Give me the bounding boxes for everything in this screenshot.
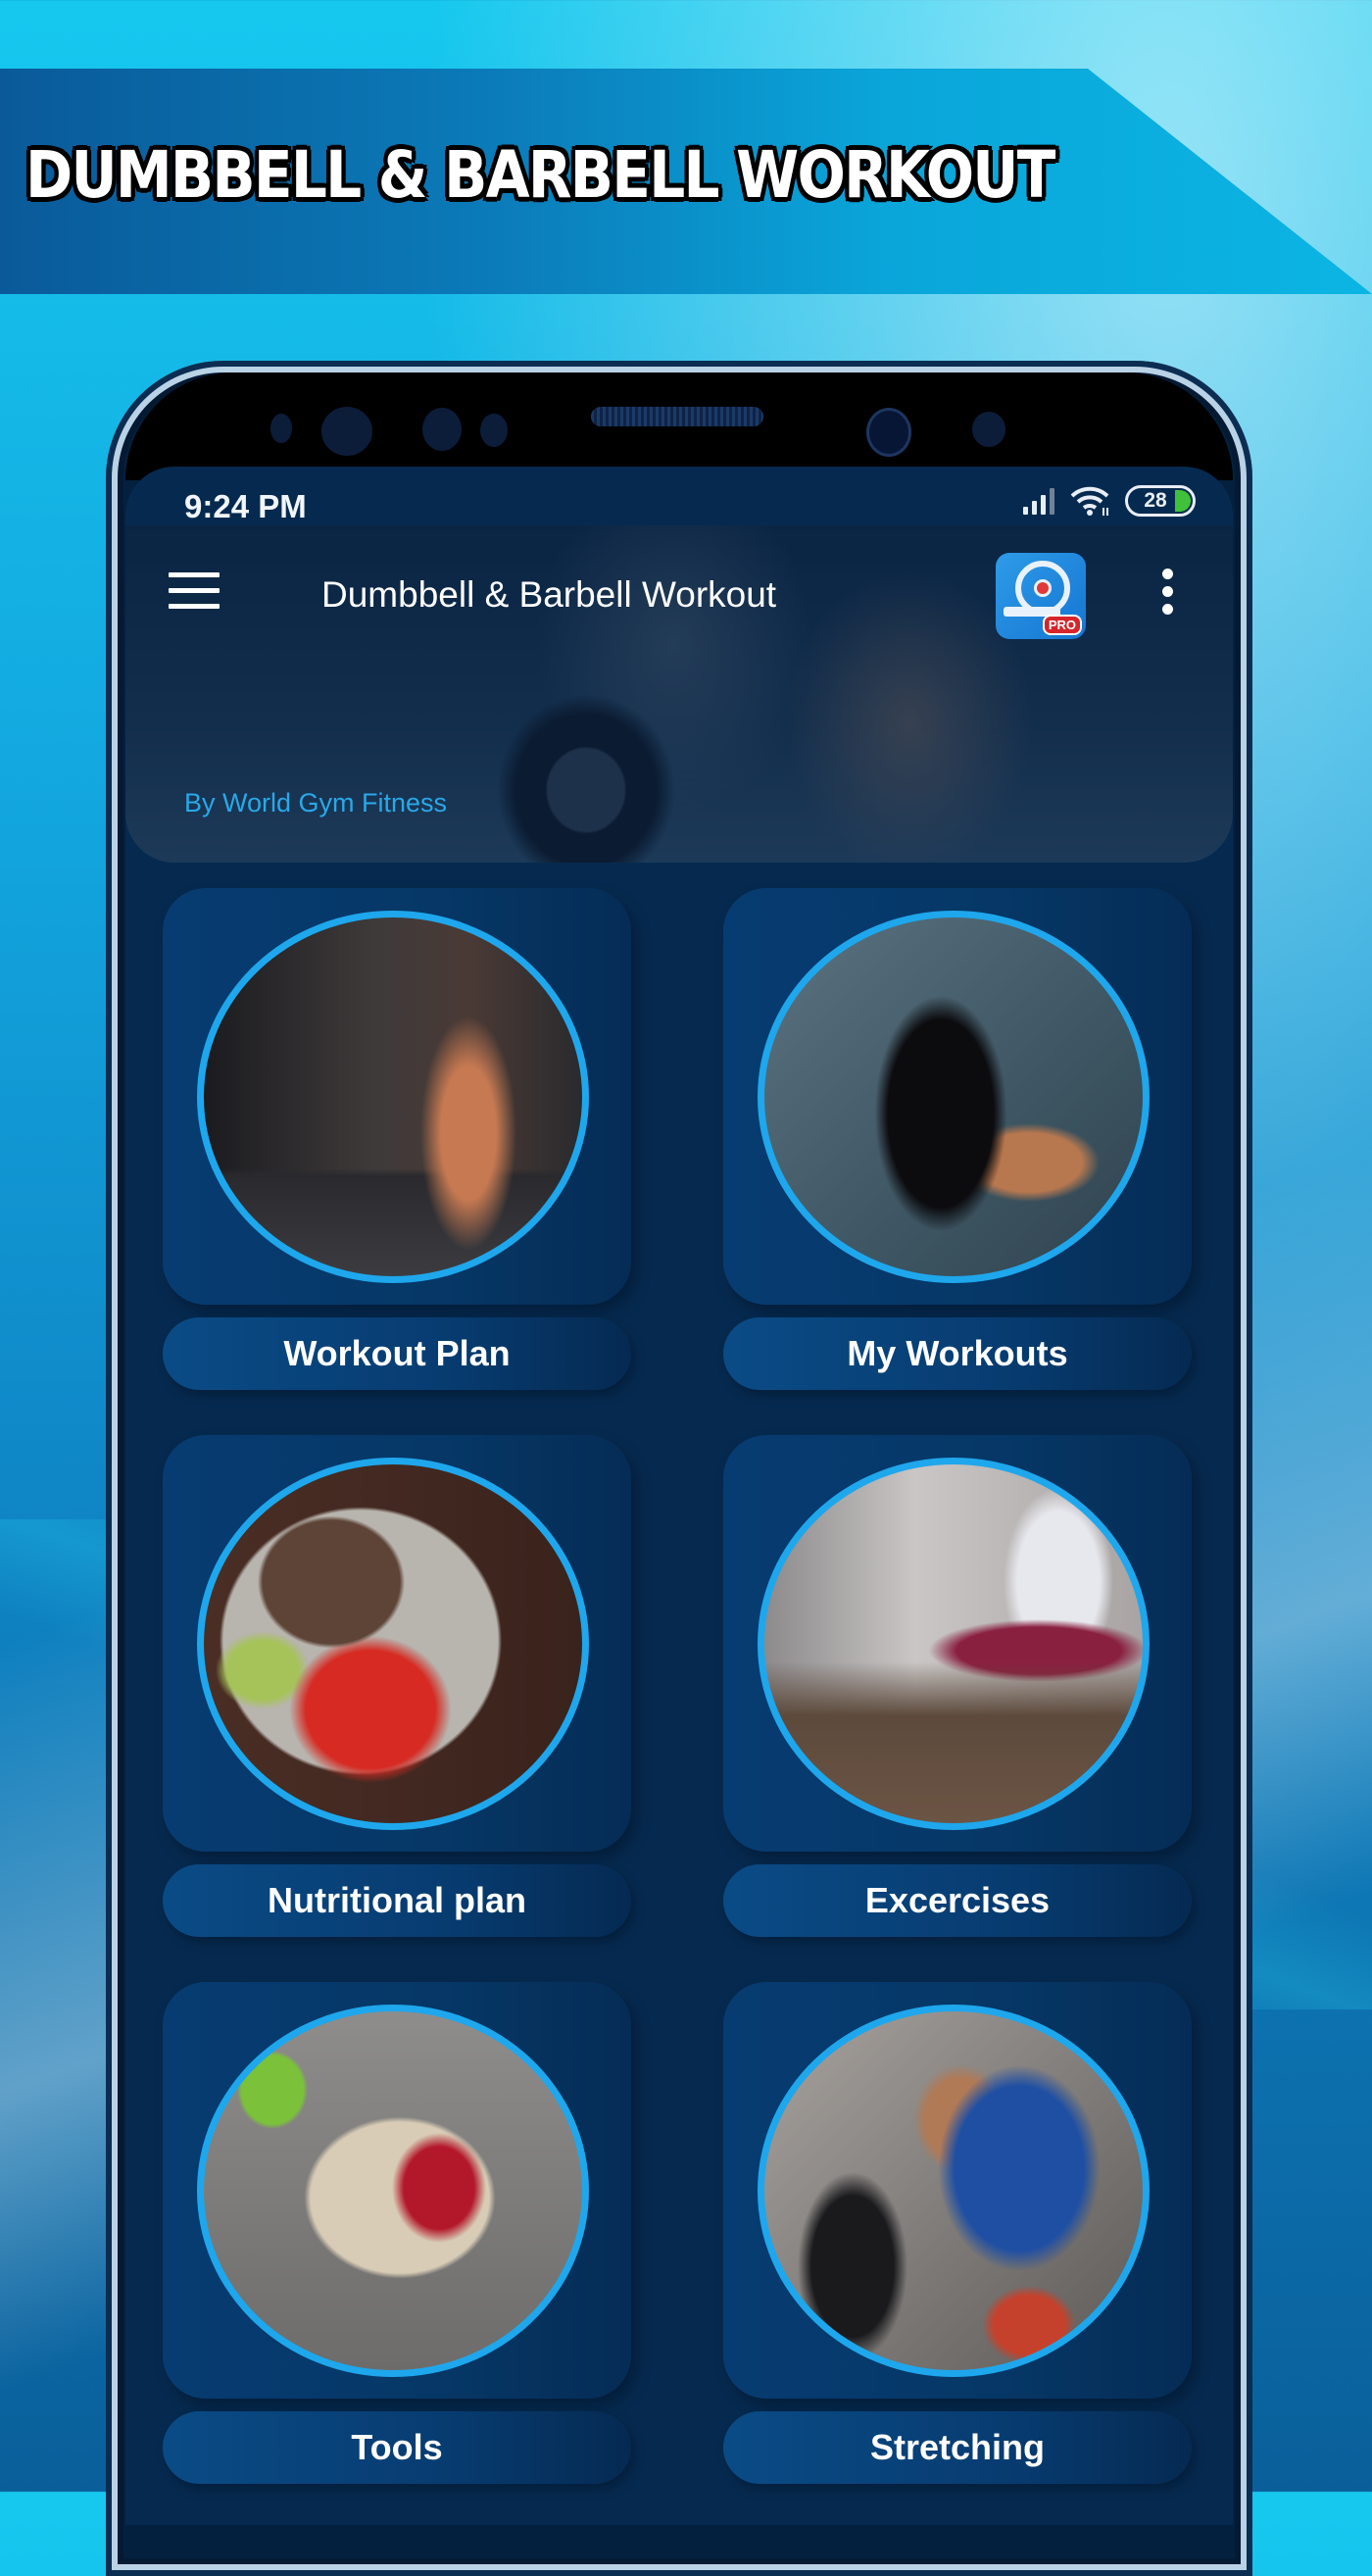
front-camera-icon <box>866 408 911 457</box>
healthy-food-bowl-photo[interactable] <box>197 1458 589 1830</box>
plate-hub <box>1034 579 1052 597</box>
tile-label[interactable]: Workout Plan <box>163 1317 631 1390</box>
front-sensor-icon <box>321 407 372 456</box>
battery-icon: 28 <box>1125 485 1196 517</box>
signal-icon <box>1023 487 1054 515</box>
heart-food-stethoscope-photo[interactable] <box>197 2005 589 2377</box>
app-title: Dumbbell & Barbell Workout <box>321 574 777 615</box>
dumbbell-curl-photo[interactable] <box>758 911 1150 1283</box>
tile-label[interactable]: Excercises <box>723 1864 1192 1937</box>
battery-percent: 28 <box>1144 489 1167 512</box>
man-stretching-photo[interactable] <box>758 2005 1150 2377</box>
hamburger-menu-icon[interactable] <box>169 572 220 610</box>
battery-level-indicator <box>1175 490 1191 512</box>
status-icons: 28 <box>1023 484 1196 518</box>
developer-credit: By World Gym Fitness <box>184 788 448 817</box>
tile-label[interactable]: Tools <box>163 2411 631 2484</box>
promo-headline: DUMBBELL & BARBELL WORKOUT <box>25 137 1055 213</box>
app-logo[interactable]: PRO <box>996 553 1086 639</box>
tile-label[interactable]: Stretching <box>723 2411 1192 2484</box>
light-sensor-icon <box>480 414 508 447</box>
app-header-hero: Dumbbell & Barbell Workout PRO By World … <box>125 525 1233 863</box>
phone-top-bezel <box>125 372 1233 480</box>
more-vertical-icon[interactable] <box>1162 569 1176 621</box>
tile-label[interactable]: Nutritional plan <box>163 1864 631 1937</box>
wifi-icon <box>1070 486 1109 516</box>
barbell-deadlift-photo[interactable] <box>197 911 589 1283</box>
proximity-sensor-icon <box>270 414 292 443</box>
gym-barbell-photo[interactable] <box>758 1458 1150 1830</box>
sensor-dot-icon <box>972 412 1005 447</box>
pro-badge: PRO <box>1042 615 1082 635</box>
status-time: 9:24 PM <box>184 488 307 524</box>
tile-label[interactable]: My Workouts <box>723 1317 1192 1390</box>
app-screen: 9:24 PM 28 Dumbbell & Barbell Workout PR… <box>125 467 1233 2525</box>
earpiece-speaker <box>591 407 763 426</box>
iris-sensor-icon <box>422 408 462 451</box>
